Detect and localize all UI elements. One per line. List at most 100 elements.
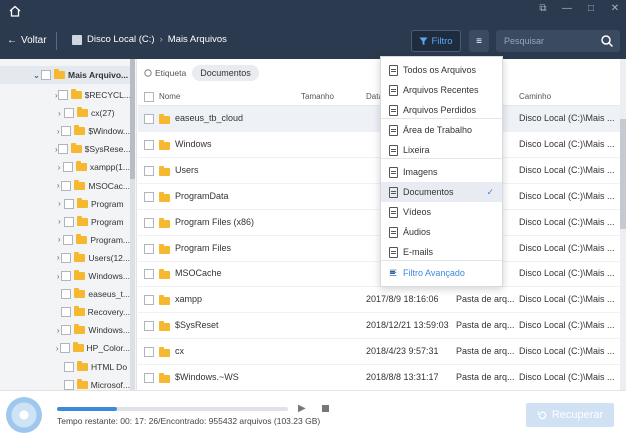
row-checkbox[interactable] — [144, 295, 154, 306]
filter-menu-item[interactable]: Vídeos — [381, 202, 502, 222]
search-icon[interactable] — [600, 34, 614, 48]
chevron-down-icon[interactable]: ⌄ — [32, 71, 41, 80]
row-checkbox[interactable] — [144, 347, 154, 358]
tree-item[interactable]: › Windows... — [0, 321, 130, 339]
search-input[interactable] — [496, 30, 596, 52]
row-checkbox[interactable] — [144, 321, 154, 332]
tree-checkbox[interactable] — [64, 198, 74, 209]
chevron-right-icon[interactable]: › — [55, 109, 64, 118]
tree-checkbox[interactable] — [63, 234, 74, 245]
tree-item[interactable]: › Users(12... — [0, 249, 130, 267]
row-checkbox[interactable] — [144, 114, 154, 124]
filter-button[interactable]: Filtro — [411, 30, 461, 52]
tree-item[interactable]: › HP_Color... — [0, 339, 130, 357]
tree-checkbox[interactable] — [59, 343, 70, 354]
tree-item[interactable]: HTML Do — [0, 358, 130, 376]
row-checkbox[interactable] — [144, 217, 154, 228]
filter-menu-item[interactable]: E-mails — [381, 242, 502, 262]
table-row[interactable]: xampp 2017/8/9 18:16:06 Pasta de arq... Dis… — [138, 287, 620, 314]
filter-menu-item[interactable]: Arquivos Perdidos — [381, 100, 502, 120]
tree-checkbox[interactable] — [63, 379, 74, 390]
tree-checkbox[interactable] — [57, 90, 68, 100]
chevron-right-icon[interactable]: › — [55, 217, 64, 226]
tree-item[interactable]: › $RECYCL... — [0, 86, 131, 104]
table-row[interactable]: Program Files Disco Local (C:)\Mais ... — [138, 236, 620, 262]
row-checkbox[interactable] — [144, 165, 154, 176]
restore-icon[interactable]: ⧉ — [538, 3, 548, 14]
home-icon[interactable] — [8, 4, 22, 18]
row-checkbox[interactable] — [144, 243, 154, 254]
table-row[interactable]: MSOCache Disco Local (C:)\Mais ... — [138, 261, 620, 288]
chevron-right-icon[interactable]: › — [55, 199, 64, 208]
tree-item[interactable]: › xampp(1... — [0, 158, 130, 176]
tree-item[interactable]: Microsof... — [0, 376, 130, 390]
sidebar-scrollbar[interactable] — [130, 59, 135, 390]
table-row[interactable]: easeus_tb_cloud Disco Local (C:)\Mais ... — [138, 106, 620, 132]
list-menu-button[interactable]: ≡ — [469, 30, 489, 52]
row-checkbox[interactable] — [144, 139, 154, 150]
tree-checkbox[interactable] — [64, 216, 74, 227]
tree-root[interactable]: ⌄ Mais Arquivo... — [0, 66, 130, 84]
table-row[interactable]: ProgramData Disco Local (C:)\Mais ... — [138, 184, 620, 210]
chevron-right-icon[interactable]: › — [55, 235, 63, 244]
tree-item[interactable]: › $SysRese... — [0, 140, 131, 158]
breadcrumb-folder[interactable]: Mais Arquivos — [168, 34, 227, 45]
maximize-button[interactable]: □ — [586, 3, 596, 14]
table-scrollbar[interactable] — [620, 59, 626, 390]
breadcrumb-drive[interactable]: Disco Local (C:) — [87, 34, 155, 45]
row-checkbox[interactable] — [144, 191, 154, 202]
tree-checkbox[interactable] — [61, 289, 72, 300]
column-path[interactable]: Caminho — [519, 92, 551, 101]
stop-icon[interactable] — [322, 405, 329, 412]
table-row[interactable]: $SysReset 2018/12/21 13:59:03 Pasta de arq… — [138, 313, 620, 340]
tree-item[interactable]: › Program... — [0, 231, 130, 249]
column-size[interactable]: Tamanho — [301, 92, 334, 101]
recover-button[interactable]: Recuperar — [526, 403, 614, 427]
table-row[interactable]: cx 2018/4/23 9:57:31 Pasta de arq... Disco … — [138, 339, 620, 366]
tree-checkbox[interactable] — [41, 70, 51, 80]
tree-checkbox[interactable] — [57, 144, 68, 155]
table-row[interactable]: Users Disco Local (C:)\Mais ... — [138, 158, 620, 184]
close-button[interactable]: ✕ — [610, 3, 620, 14]
filter-menu-item[interactable]: Todos os Arquivos — [381, 60, 502, 80]
tree-checkbox[interactable] — [61, 180, 72, 191]
row-checkbox[interactable] — [144, 373, 154, 383]
tree-checkbox[interactable] — [62, 162, 73, 173]
filter-menu-item[interactable]: Arquivos Recentes — [381, 80, 502, 100]
scrollbar-thumb[interactable] — [620, 119, 626, 229]
tree-item[interactable]: › Program — [0, 195, 130, 213]
play-icon[interactable]: ▶ — [298, 403, 306, 414]
advanced-filter-item[interactable]: ☰ Filtro Avançado — [381, 263, 502, 283]
tree-item[interactable]: › $Window... — [0, 122, 130, 140]
tree-checkbox[interactable] — [61, 126, 72, 137]
minimize-button[interactable]: — — [562, 3, 572, 14]
tree-checkbox[interactable] — [60, 307, 71, 318]
tree-item[interactable]: › Program — [0, 213, 130, 231]
tree-item[interactable]: › Windows... — [0, 267, 130, 285]
filter-menu-item[interactable]: Lixeira — [381, 140, 502, 160]
filter-menu-item[interactable]: Documentos ✓ — [381, 182, 502, 202]
tree-item[interactable]: › cx(27) — [0, 104, 130, 122]
tree-checkbox[interactable] — [61, 271, 72, 281]
scan-status: Tempo restante: 00: 17: 26/Encontrado: 9… — [57, 416, 321, 426]
tree-checkbox[interactable] — [64, 361, 74, 372]
tree-item[interactable]: › MSOCac... — [0, 177, 130, 195]
table-row[interactable]: $Windows.~WS 2018/8/8 13:31:17 Pasta de ar… — [138, 365, 620, 391]
filter-menu-item[interactable]: Imagens — [381, 162, 502, 182]
tree-checkbox[interactable] — [61, 325, 72, 336]
back-button[interactable]: ← Voltar — [7, 35, 47, 46]
row-checkbox[interactable] — [144, 269, 154, 280]
scrollbar-thumb[interactable] — [130, 59, 135, 179]
tree-item[interactable]: Recovery... — [0, 303, 130, 321]
column-name[interactable]: Nome — [159, 92, 180, 101]
tag-chip-documents[interactable]: Documentos — [192, 65, 259, 81]
select-all-checkbox[interactable] — [144, 92, 154, 102]
filter-menu-item[interactable]: Área de Trabalho — [381, 120, 502, 140]
tree-checkbox[interactable] — [61, 252, 72, 263]
tree-item[interactable]: easeus_t... — [0, 285, 130, 303]
tree-checkbox[interactable] — [64, 108, 74, 119]
table-row[interactable]: Windows Disco Local (C:)\Mais ... — [138, 132, 620, 158]
filter-menu-item[interactable]: Áudios — [381, 222, 502, 242]
table-row[interactable]: Program Files (x86) Disco Local (C:)\Mais… — [138, 210, 620, 236]
chevron-right-icon[interactable]: › — [55, 163, 63, 172]
